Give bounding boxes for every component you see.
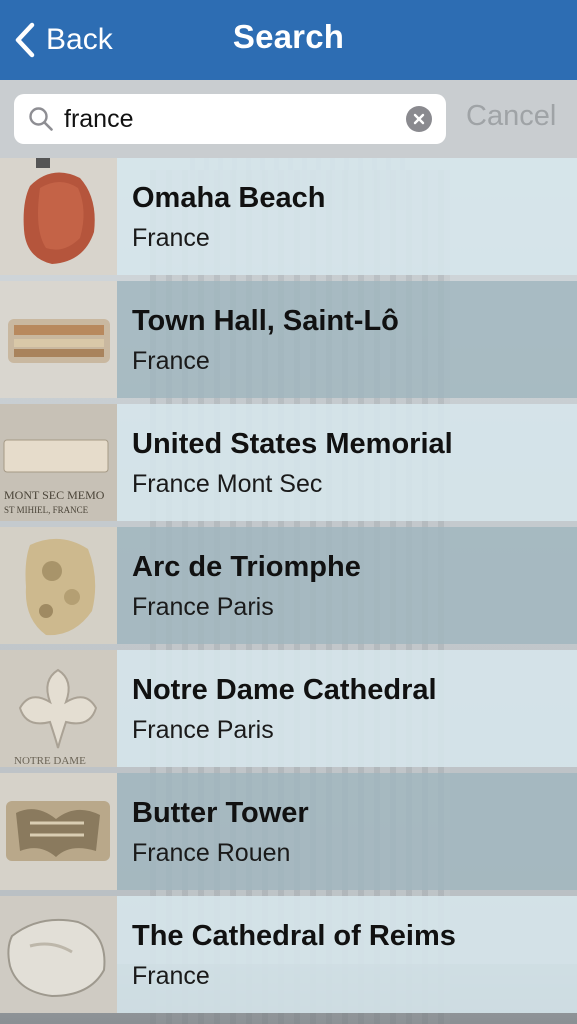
list-item-title: Town Hall, Saint-Lô [132,305,399,337]
results-list: Omaha Beach France Town Hall, Saint-Lô F… [0,158,577,1019]
list-item-subtitle: France Mont Sec [132,470,323,498]
list-item[interactable]: Butter Tower France Rouen [0,773,577,890]
list-item[interactable]: The Cathedral of Reims France [0,896,577,1013]
stone-thumbnail [0,281,117,398]
clear-icon[interactable] [406,106,432,132]
list-item[interactable]: Omaha Beach France [0,158,577,275]
list-item-body: Butter Tower France Rouen [117,773,577,890]
page-title: Search [232,18,345,55]
list-item-subtitle: France Paris [132,716,274,744]
list-item-subtitle: France [132,962,210,990]
fleur-carving-image: NOTRE DAME [0,650,117,767]
red-stone-image [0,158,117,275]
list-item-body: Arc de Triomphe France Paris [117,527,577,644]
list-item-subtitle: France Paris [132,593,274,621]
list-item-title: Omaha Beach [132,182,326,214]
list-item-body: Town Hall, Saint-Lô France [117,281,577,398]
plaque-text-2: ST MIHIEL, FRANCE [4,505,89,515]
list-item[interactable]: Town Hall, Saint-Lô France [0,281,577,398]
list-item-subtitle: France [132,224,210,252]
cancel-button[interactable]: Cancel [466,100,556,133]
list-item-title: The Cathedral of Reims [132,920,456,952]
list-item-body: United States Memorial France Mont Sec [117,404,577,521]
list-item-body: Notre Dame Cathedral France Paris [117,650,577,767]
rough-stone-image [0,527,117,644]
stone-thumbnail [0,773,117,890]
carved-stone-image [0,773,117,890]
list-item[interactable]: NOTRE DAME Notre Dame Cathedral France P… [0,650,577,767]
search-bar: Cancel [0,80,577,158]
stone-thumbnail [0,158,117,275]
stone-thumbnail [0,527,117,644]
list-item[interactable]: MONT SEC MEMO ST MIHIEL, FRANCE United S… [0,404,577,521]
navigation-bar: Back Search [0,0,577,80]
grey-stone-image [0,896,117,1013]
list-item-title: Arc de Triomphe [132,551,361,583]
search-icon [29,107,53,131]
list-item-title: Notre Dame Cathedral [132,674,437,706]
list-item[interactable]: Arc de Triomphe France Paris [0,527,577,644]
stone-thumbnail: NOTRE DAME [0,650,117,767]
list-item-title: United States Memorial [132,428,453,460]
list-item-body: The Cathedral of Reims France [117,896,577,1013]
list-item-subtitle: France [132,347,210,375]
search-input[interactable] [64,102,394,136]
engraved-plaque-image: MONT SEC MEMO ST MIHIEL, FRANCE [0,404,117,521]
close-icon [413,113,425,125]
striped-stone-image [0,281,117,398]
list-item-title: Butter Tower [132,797,309,829]
plaque-text-1: MONT SEC MEMO [4,488,105,502]
list-item-subtitle: France Rouen [132,839,291,867]
search-field[interactable] [14,94,446,144]
stone-thumbnail [0,896,117,1013]
carving-text: NOTRE DAME [14,755,86,767]
stone-thumbnail: MONT SEC MEMO ST MIHIEL, FRANCE [0,404,117,521]
list-item-body: Omaha Beach France [117,158,577,275]
